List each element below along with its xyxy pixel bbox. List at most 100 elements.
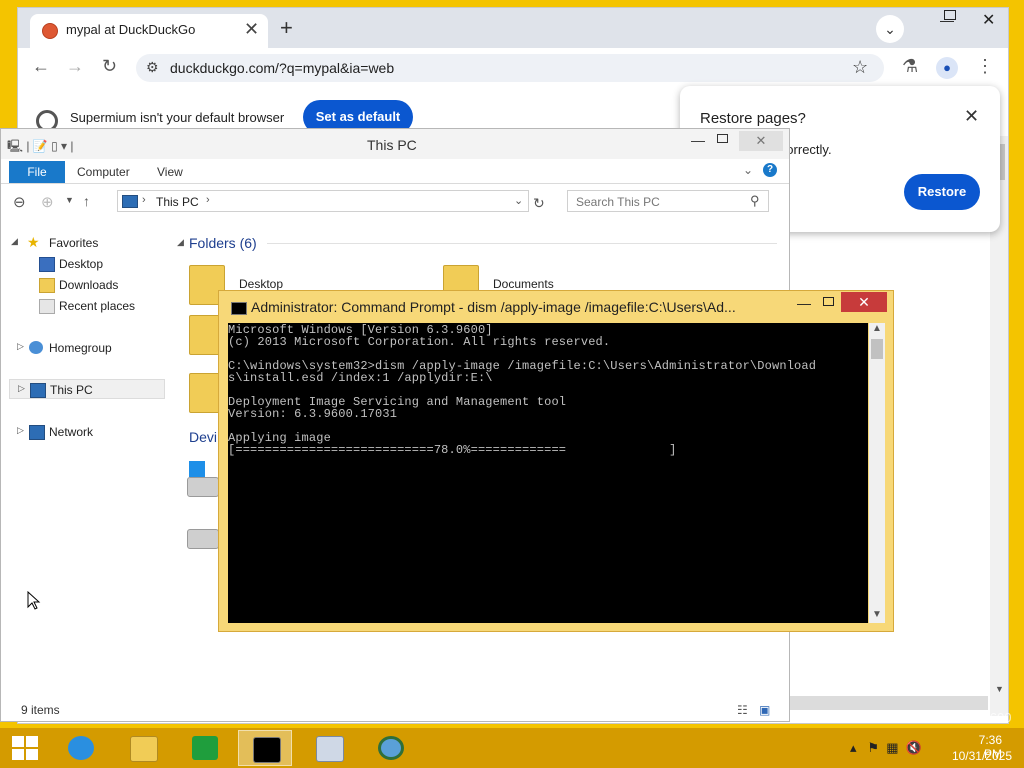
folders-group-header[interactable]: Folders (6): [189, 235, 257, 251]
console-output[interactable]: Microsoft Windows [Version 6.3.9600] (c)…: [228, 323, 868, 623]
folder-label-documents[interactable]: Documents: [493, 277, 554, 291]
explorer-forward-icon[interactable]: ⊕: [41, 193, 54, 211]
console-scrollbar[interactable]: ▲ ▼: [869, 323, 885, 623]
system-tray: ▴ ⚑ ▦ 🔇: [850, 740, 922, 756]
scroll-down-icon[interactable]: ▼: [872, 609, 882, 620]
site-info-icon[interactable]: ⚙: [146, 59, 159, 76]
chrome-close-icon[interactable]: ✕: [982, 10, 995, 30]
nav-item-recent-places[interactable]: Recent places: [1, 296, 169, 316]
devices-group-header[interactable]: Devi: [189, 429, 217, 445]
nav-item-homegroup[interactable]: ▷ Homegroup: [1, 338, 169, 358]
address-dropdown-icon[interactable]: ⌄: [514, 194, 523, 207]
scroll-down-icon[interactable]: ▼: [995, 684, 1004, 694]
favorites-star-icon: ★: [27, 234, 40, 250]
cmd-app-icon[interactable]: [231, 302, 247, 315]
breadcrumb-this-pc[interactable]: This PC: [156, 195, 199, 209]
forward-arrow-icon[interactable]: →: [66, 56, 84, 77]
collapsed-arrow-icon[interactable]: ▷: [18, 383, 25, 394]
recent-places-icon: [39, 299, 55, 314]
network-icon: [29, 425, 45, 440]
explorer-back-icon[interactable]: ⊖: [13, 193, 26, 211]
windows-logo-icon: [12, 749, 24, 760]
nav-item-this-pc[interactable]: ▷ This PC: [9, 379, 165, 399]
scroll-up-icon[interactable]: ▲: [872, 323, 882, 334]
labs-flask-icon[interactable]: ⚗: [902, 56, 918, 77]
restore-close-icon[interactable]: ✕: [964, 106, 979, 127]
ribbon-file-tab[interactable]: File: [9, 161, 65, 183]
new-tab-button[interactable]: +: [280, 15, 293, 41]
back-arrow-icon[interactable]: ←: [32, 56, 50, 77]
nav-item-downloads[interactable]: Downloads: [1, 275, 169, 295]
expanded-arrow-icon[interactable]: ◢: [11, 236, 18, 247]
nav-label: Favorites: [49, 236, 99, 250]
ribbon-tab-computer[interactable]: Computer: [77, 165, 130, 179]
drive-icon[interactable]: [187, 529, 219, 549]
restore-button[interactable]: Restore: [904, 174, 980, 210]
collapsed-arrow-icon[interactable]: ▷: [17, 425, 24, 436]
explorer-address-bar[interactable]: › This PC › ⌄: [117, 190, 529, 212]
taskbar-file-explorer[interactable]: [116, 730, 170, 766]
explorer-refresh-icon[interactable]: ↻: [533, 195, 545, 212]
reload-icon[interactable]: ↻: [102, 56, 117, 77]
help-icon[interactable]: ?: [763, 163, 777, 177]
explorer-titlebar: 🖳 | 📝 ▯ ▾ | This PC — ✕: [1, 129, 789, 159]
up-arrow-icon[interactable]: ↑: [83, 193, 90, 209]
nav-item-desktop[interactable]: Desktop: [1, 254, 169, 274]
url-text: duckduckgo.com/?q=mypal&ia=web: [170, 60, 395, 76]
taskbar-chrome[interactable]: [364, 730, 418, 766]
browser-tab[interactable]: mypal at DuckDuckGo ✕: [30, 14, 268, 48]
horizontal-scrollbar[interactable]: [788, 696, 988, 710]
clock-date[interactable]: 10/31/2025: [948, 749, 1012, 763]
explorer-close-button[interactable]: ✕: [739, 131, 783, 151]
action-center-flag-icon[interactable]: ⚑: [867, 740, 879, 755]
profile-avatar-icon[interactable]: ●: [936, 57, 958, 79]
tab-close-icon[interactable]: ✕: [244, 19, 259, 40]
nav-item-favorites[interactable]: ◢ ★ Favorites: [1, 233, 169, 253]
internet-explorer-icon: [68, 736, 94, 760]
tray-overflow-icon[interactable]: ▴: [850, 740, 857, 755]
quick-access-toolbar[interactable]: 🖳 | 📝 ▯ ▾ |: [7, 137, 73, 158]
breadcrumb-chevron-icon[interactable]: ›: [142, 194, 146, 206]
breadcrumb-chevron-icon[interactable]: ›: [206, 194, 210, 206]
ribbon-expand-chevron-icon[interactable]: ⌄: [743, 163, 753, 177]
collapsed-arrow-icon[interactable]: ▷: [17, 341, 24, 352]
restore-window-icon[interactable]: [944, 10, 956, 20]
taskbar-command-prompt[interactable]: [238, 730, 292, 766]
network-tray-icon[interactable]: ▦: [886, 740, 898, 755]
recent-locations-icon[interactable]: ▼: [65, 195, 74, 205]
group-divider: [267, 243, 777, 244]
explorer-search-input[interactable]: Search This PC ⚲: [567, 190, 769, 212]
details-view-icon[interactable]: ☷: [737, 703, 748, 717]
explorer-status-bar: 9 items ☷ ▣: [1, 699, 789, 721]
address-bar[interactable]: ⚙ duckduckgo.com/?q=mypal&ia=web ☆: [136, 54, 884, 82]
taskbar-internet-explorer[interactable]: [54, 730, 108, 766]
bookmark-star-icon[interactable]: ☆: [852, 57, 868, 78]
explorer-minimize-icon[interactable]: —: [691, 132, 705, 148]
performance-monitor-icon: [316, 736, 344, 762]
cmd-close-button[interactable]: ✕: [841, 292, 887, 312]
cmd-titlebar[interactable]: Administrator: Command Prompt - dism /ap…: [219, 291, 893, 321]
large-icons-view-icon[interactable]: ▣: [759, 703, 770, 717]
navigation-pane: ◢ ★ Favorites Desktop Downloads Recent p…: [1, 229, 169, 699]
store-icon: [192, 736, 218, 760]
menu-dots-icon[interactable]: ⋮: [976, 56, 994, 77]
cmd-minimize-icon[interactable]: —: [797, 295, 811, 311]
folder-label-desktop[interactable]: Desktop: [239, 277, 283, 291]
this-pc-icon: [122, 195, 138, 208]
taskbar-store[interactable]: [178, 730, 232, 766]
start-button[interactable]: [12, 736, 38, 760]
nav-label: Homegroup: [49, 341, 112, 355]
cmd-title: Administrator: Command Prompt - dism /ap…: [251, 299, 736, 315]
explorer-maximize-icon[interactable]: [717, 134, 728, 143]
tab-search-icon[interactable]: ⌄: [876, 15, 904, 43]
nav-item-network[interactable]: ▷ Network: [1, 422, 169, 442]
local-disk-icon[interactable]: [187, 477, 219, 497]
scrollbar-thumb[interactable]: [871, 339, 883, 359]
chrome-icon: [378, 736, 404, 760]
search-icon[interactable]: ⚲: [750, 193, 760, 209]
cmd-maximize-icon[interactable]: [823, 297, 834, 306]
group-collapse-icon[interactable]: ◢: [177, 237, 184, 248]
taskbar-performance-monitor[interactable]: [302, 730, 356, 766]
volume-muted-icon[interactable]: 🔇: [906, 740, 922, 755]
ribbon-tab-view[interactable]: View: [157, 165, 183, 179]
